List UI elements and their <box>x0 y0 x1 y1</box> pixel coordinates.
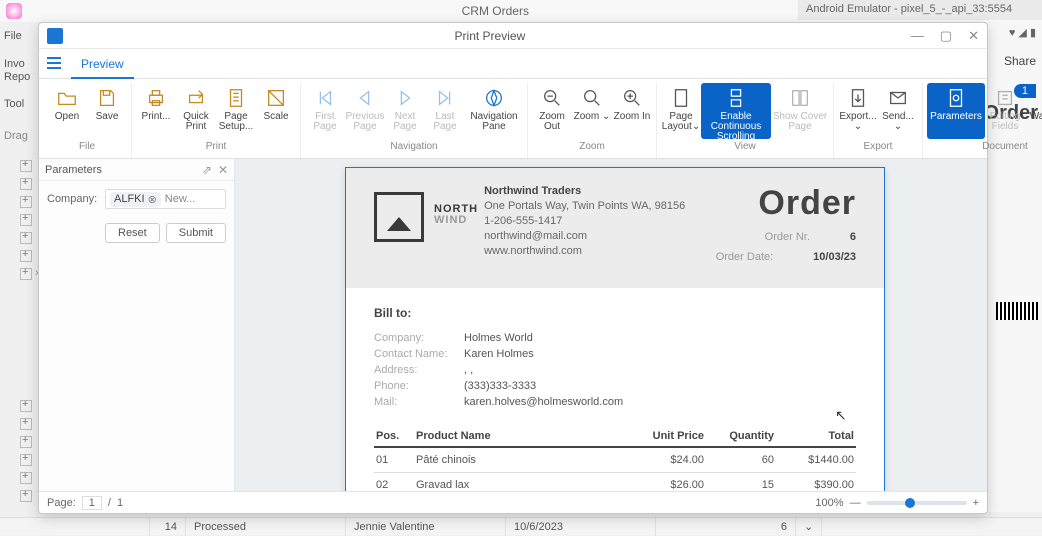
hamburger-icon[interactable] <box>45 54 63 72</box>
preview-close-icon[interactable]: ✕ <box>968 28 979 44</box>
zoom-slider[interactable] <box>867 501 967 505</box>
quick-print-button[interactable]: Quick Print <box>176 83 216 139</box>
bg-drag: Drag <box>0 124 36 142</box>
expand-row[interactable] <box>20 178 32 190</box>
status-bar: 14 Processed Jennie Valentine 10/6/2023 … <box>0 517 1042 535</box>
company-logo-icon <box>374 192 424 242</box>
next-page-button[interactable]: Next Page <box>385 83 425 139</box>
zoom-plus-icon[interactable]: + <box>973 497 979 509</box>
expand-row[interactable] <box>20 436 32 448</box>
bill-to-grid: Company:Holmes World Contact Name:Karen … <box>374 332 856 408</box>
previous-page-button[interactable]: Previous Page <box>345 83 385 139</box>
bg-left-text: Invo Repo <box>0 52 36 84</box>
group-file-label: File <box>79 139 95 154</box>
expand-row[interactable] <box>20 454 32 466</box>
table-row: 02Gravad lax$26.0015$390.00 <box>374 473 856 492</box>
expand-row[interactable] <box>20 196 32 208</box>
parameters-button[interactable]: Parameters <box>927 83 985 139</box>
barcode-icon <box>996 302 1038 320</box>
scroll-down-icon[interactable]: ⌄ <box>796 518 822 536</box>
bg-tool: Tool <box>0 92 36 110</box>
page-total: 1 <box>117 497 123 509</box>
parameters-panel: Parameters ⇗ ✕ Company: ALFKI⊗ New... Re… <box>39 159 235 491</box>
preview-app-icon <box>47 28 63 44</box>
expand-row[interactable] <box>20 400 32 412</box>
bill-to-label: Bill to: <box>374 306 856 320</box>
editing-fields-button[interactable]: Editing Fields <box>985 83 1025 139</box>
expand-row[interactable] <box>20 418 32 430</box>
status-icons: ♥ ◢ ▮ <box>1009 26 1036 39</box>
company-logo-text: NORTHWIND <box>434 204 478 272</box>
submit-button[interactable]: Submit <box>166 223 226 243</box>
group-export-label: Export <box>864 139 893 154</box>
menu-file[interactable]: File <box>0 22 36 52</box>
company-token: ALFKI⊗ <box>110 192 161 207</box>
group-print-label: Print <box>206 139 227 154</box>
company-info: Northwind Traders One Portals Way, Twin … <box>484 184 716 272</box>
expand-row[interactable] <box>20 472 32 484</box>
print-button[interactable]: Print... <box>136 83 176 139</box>
zoom-button[interactable]: Zoom ⌄ <box>572 83 612 139</box>
ribbon: Open Save File Print... Quick Print Page… <box>39 79 987 159</box>
page-current[interactable]: 1 <box>82 496 102 510</box>
group-document-label: Document <box>982 139 1028 154</box>
expand-row[interactable] <box>20 214 32 226</box>
order-heading: Order <box>716 184 856 223</box>
first-page-button[interactable]: First Page <box>305 83 345 139</box>
row-expanders <box>20 160 34 286</box>
status-count: 6 <box>656 518 796 536</box>
status-id: 14 <box>150 518 186 536</box>
zoom-minus-icon[interactable]: — <box>850 497 861 509</box>
expand-row[interactable] <box>20 490 32 502</box>
expand-row-active[interactable] <box>20 268 32 280</box>
group-zoom-label: Zoom <box>579 139 605 154</box>
save-button[interactable]: Save <box>87 83 127 139</box>
items-table: Pos. Product Name Unit Price Quantity To… <box>374 426 856 491</box>
share-button[interactable]: Share <box>1004 54 1036 68</box>
reset-button[interactable]: Reset <box>105 223 160 243</box>
remove-token-icon[interactable]: ⊗ <box>148 193 157 206</box>
expand-row[interactable] <box>20 232 32 244</box>
close-panel-icon[interactable]: ✕ <box>218 163 228 177</box>
print-preview-window: Print Preview — ▢ ✕ Preview Open Save Fi… <box>38 22 988 514</box>
zoom-in-button[interactable]: Zoom In <box>612 83 652 139</box>
report-page: NORTHWIND Northwind Traders One Portals … <box>345 167 885 491</box>
preview-minimize-icon[interactable]: — <box>911 28 924 44</box>
open-button[interactable]: Open <box>47 83 87 139</box>
page-setup-button[interactable]: Page Setup... <box>216 83 256 139</box>
show-cover-button[interactable]: Show Cover Page <box>771 83 829 139</box>
scale-button[interactable]: Scale <box>256 83 296 139</box>
preview-title: Print Preview <box>69 29 911 43</box>
preview-maximize-icon[interactable]: ▢ <box>940 28 952 44</box>
pin-icon[interactable]: ⇗ <box>202 163 212 177</box>
app-icon <box>6 3 22 19</box>
status-employee: Jennie Valentine <box>346 518 506 536</box>
send-button[interactable]: Send... ⌄ <box>878 83 918 139</box>
group-view-label: View <box>734 139 756 154</box>
watermark-button[interactable]: Watermark <box>1025 83 1042 139</box>
export-button[interactable]: Export... ⌄ <box>838 83 878 139</box>
expand-row[interactable] <box>20 250 32 262</box>
company-input[interactable]: ALFKI⊗ New... <box>105 189 226 209</box>
status-state: Processed <box>186 518 346 536</box>
navigation-pane-button[interactable]: Navigation Pane <box>465 83 523 139</box>
tab-preview[interactable]: Preview <box>71 51 134 79</box>
last-page-button[interactable]: Last Page <box>425 83 465 139</box>
emulator-tab[interactable]: Android Emulator - pixel_5_-_api_33:5554 <box>798 0 1042 20</box>
zoom-out-button[interactable]: Zoom Out <box>532 83 572 139</box>
page-layout-button[interactable]: Page Layout⌄ <box>661 83 701 139</box>
company-label: Company: <box>47 193 99 205</box>
cursor-icon: ↖ <box>835 407 847 424</box>
status-date: 10/6/2023 <box>506 518 656 536</box>
table-row: 01Pâté chinois$24.0060$1440.00 <box>374 447 856 473</box>
page-label: Page: <box>47 497 76 509</box>
group-navigation-label: Navigation <box>390 139 437 154</box>
zoom-value: 100% <box>815 497 843 509</box>
company-placeholder: New... <box>165 193 196 205</box>
parameters-title: Parameters <box>45 164 102 176</box>
page-viewport[interactable]: NORTHWIND Northwind Traders One Portals … <box>235 159 987 491</box>
continuous-scrolling-button[interactable]: Enable Continuous Scrolling <box>701 83 771 139</box>
expand-row[interactable] <box>20 160 32 172</box>
